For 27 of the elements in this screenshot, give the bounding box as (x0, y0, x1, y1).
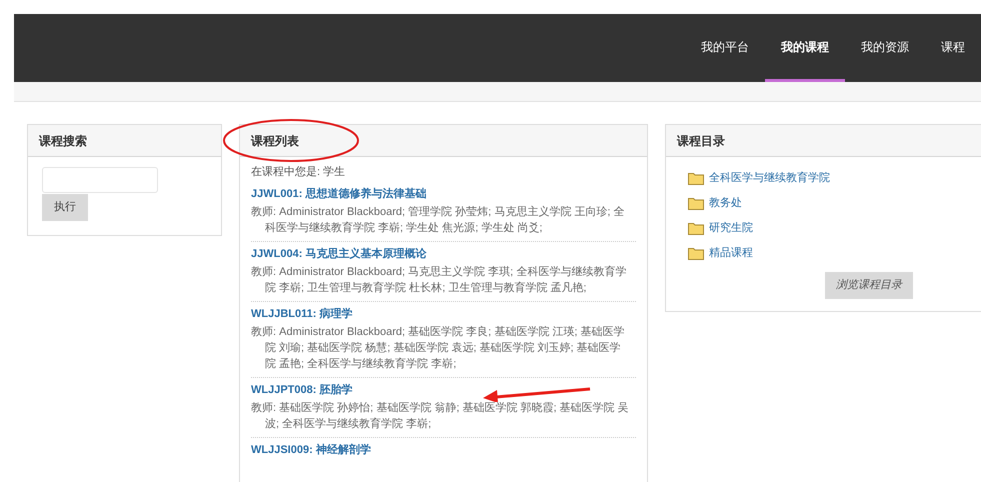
instructors-text: 教师: Administrator Blackboard; 马克思主义学院 李琪; 全科医学与继续教育学院 李崭; 卫生管理与教育学院 杜长林; 卫生管理与教育学院 孟凡艳; (251, 264, 628, 296)
course-link[interactable]: JJWL004: 马克思主义基本原理概论 (251, 246, 636, 260)
execute-button[interactable]: 执行 (42, 194, 88, 221)
instructors-text: 教师: Administrator Blackboard; 基础医学院 李良; 基础医学院 江瑛; 基础医学院 刘瑜; 基础医学院 杨慧; 基础医学院 袁远; 基础医学院 刘玉婷; 基础医学院 孟艳; 全科医学与继续教育学院 李崭; (251, 324, 626, 372)
search-field[interactable] (42, 167, 158, 193)
folder-icon (688, 247, 704, 260)
browse-catalog-button[interactable]: 浏览课程目录 (825, 272, 913, 299)
panel-header: 课程目录 (666, 125, 981, 157)
panel-header: 课程搜索 (28, 125, 221, 157)
course-link[interactable]: JJWL001: 思想道德修养与法律基础 (251, 186, 636, 200)
nav-tab[interactable]: 我的资源 (845, 14, 925, 82)
catalog-folder-link[interactable]: 精品课程 (709, 245, 753, 262)
catalog-folder-link[interactable]: 全科医学与继续教育学院 (709, 170, 830, 187)
instructors-text: 教师: Administrator Blackboard; 管理学院 孙莹炜; 马克思主义学院 王向珍; 全科医学与继续教育学院 李崭; 学生处 焦光源; 学生处 尚爻; (251, 204, 626, 236)
catalog-folder-link[interactable]: 教务处 (709, 195, 742, 212)
catalog-folder-link[interactable]: 研究生院 (709, 220, 753, 237)
folder-icon (688, 222, 704, 235)
nav-tab[interactable]: 我的平台 (685, 14, 765, 82)
course-link[interactable]: WLJJPT008: 胚胎学 (251, 382, 636, 396)
folder-icon (688, 197, 704, 210)
instructors-text: 教师: 基础医学院 孙婷怡; 基础医学院 翁静; 基础医学院 郭晓霞; 基础医学院 吴波; 全科医学与继续教育学院 李崭; (251, 400, 630, 432)
course-link[interactable]: WLJJSI009: 神经解剖学 (251, 442, 636, 456)
course-link[interactable]: WLJJBL011: 病理学 (251, 306, 636, 320)
folder-icon (688, 172, 704, 185)
panel-header: 课程列表 (240, 125, 647, 157)
role-text: 在课程中您是: 学生 (251, 165, 346, 180)
nav-tab[interactable]: 课程 (925, 14, 981, 82)
